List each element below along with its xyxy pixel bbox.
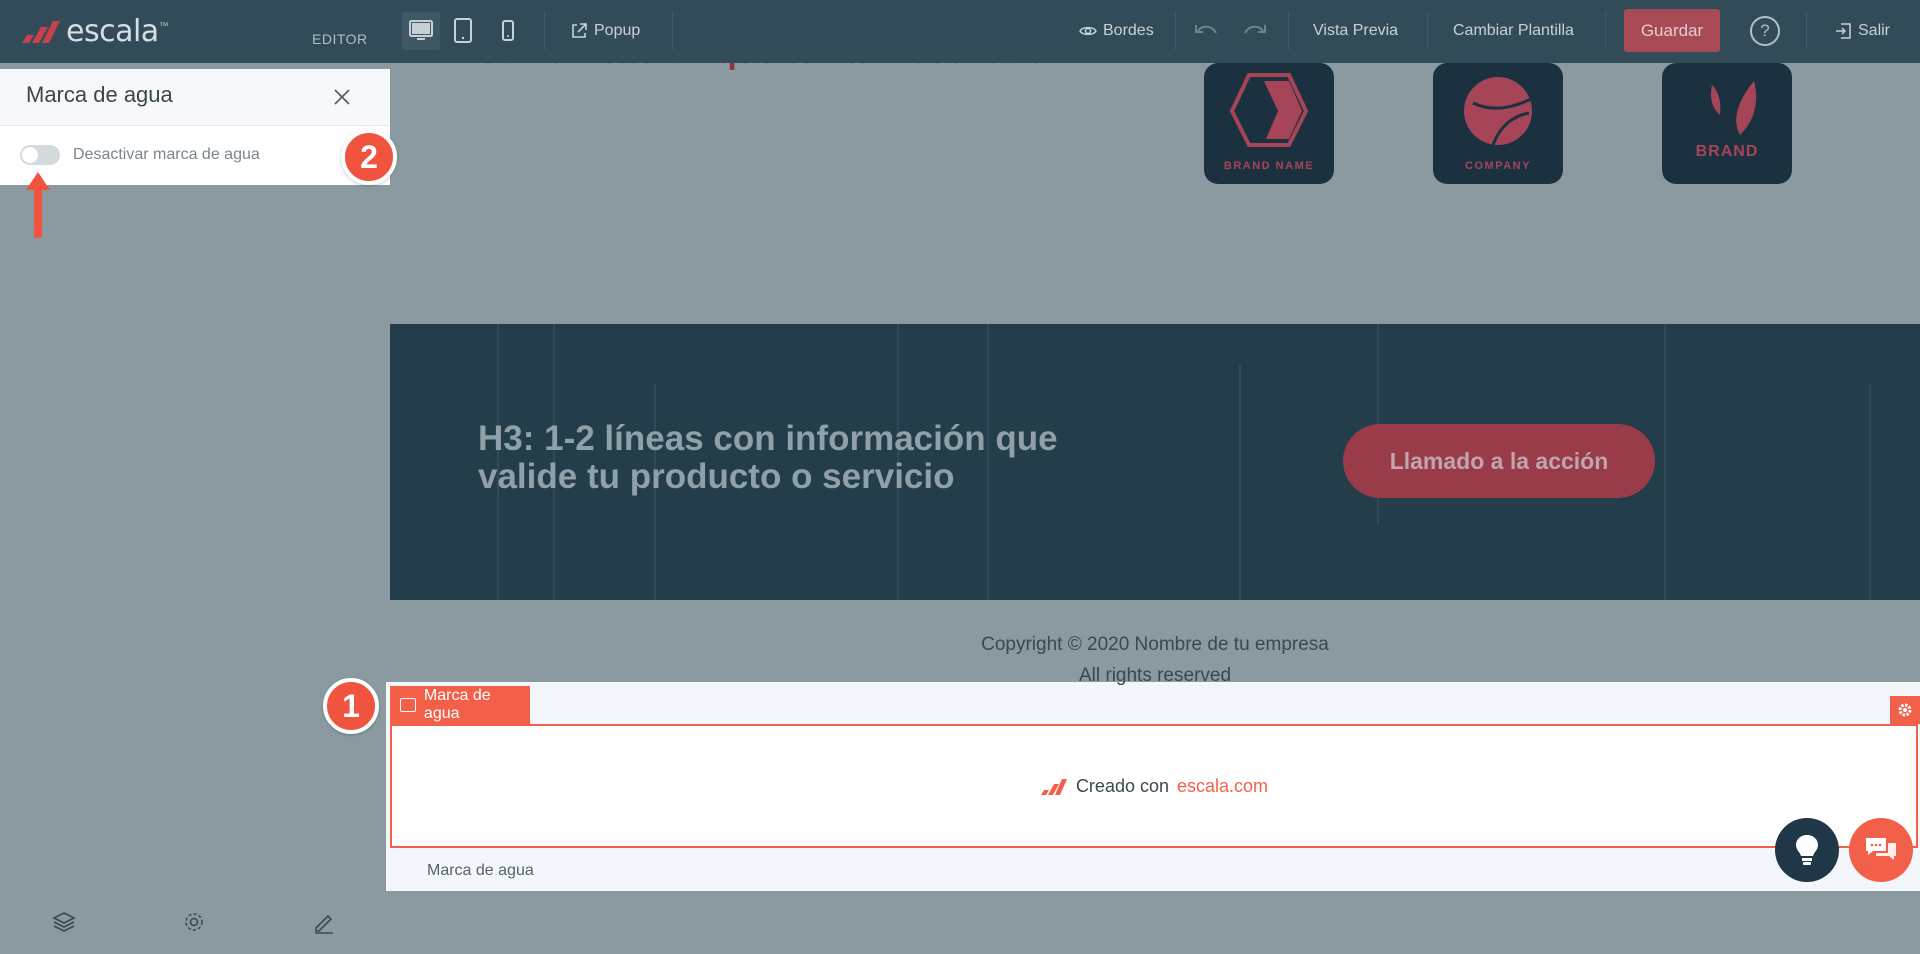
change-template-button[interactable]: Cambiar Plantilla <box>1453 22 1574 40</box>
editor-label: EDITOR <box>312 31 368 47</box>
logo-text: escala <box>66 14 159 49</box>
close-icon <box>334 89 350 105</box>
logo-card: BRAND <box>1662 63 1792 184</box>
redo-button[interactable] <box>1241 22 1267 40</box>
pen-icon <box>315 914 333 934</box>
annotation-badge-1: 1 <box>323 678 379 734</box>
preview-label: Vista Previa <box>1313 22 1399 39</box>
borders-label: Bordes <box>1103 22 1154 39</box>
preview-button[interactable]: Vista Previa <box>1313 22 1398 40</box>
watermark-panel: Marca de agua Desactivar marca de agua <box>0 69 390 185</box>
left-sidebar <box>0 63 391 954</box>
desktop-icon <box>409 20 433 40</box>
gear-icon <box>185 913 203 931</box>
close-panel-button[interactable] <box>333 85 351 113</box>
tips-button[interactable] <box>1775 818 1839 882</box>
escala-logo-icon <box>22 20 60 43</box>
credit-text: Creado con <box>1075 776 1169 796</box>
escala-logo-icon <box>1040 778 1067 795</box>
watermark-footer-label: Marca de agua <box>427 862 534 879</box>
exit-icon <box>1836 23 1851 39</box>
logo-card: BRAND NAME <box>1204 63 1334 184</box>
logo-card: COMPANY <box>1433 63 1563 184</box>
annotation-badge-2: 2 <box>341 129 397 185</box>
tablet-view-button[interactable] <box>444 12 482 50</box>
exit-label: Salir <box>1858 22 1891 39</box>
watermark-tag-label: Marca de agua <box>423 687 491 722</box>
layers-icon <box>52 912 76 932</box>
toolbar-separator <box>1806 12 1807 50</box>
logo-trademark: ™ <box>158 21 169 32</box>
band-heading: H3: 1-2 líneas con información que valid… <box>478 419 1058 496</box>
save-button[interactable]: Guardar <box>1624 9 1720 52</box>
redo-icon <box>1244 25 1266 34</box>
watermark-section-tag[interactable]: Marca de agua <box>390 686 530 724</box>
external-link-icon <box>572 23 587 38</box>
panel-header: Marca de agua <box>0 69 390 126</box>
sidebar-bottom-bar <box>0 899 390 954</box>
popup-button[interactable]: Popup <box>570 22 640 40</box>
undo-icon <box>1195 25 1217 34</box>
logo-caption: BRAND <box>1695 143 1759 160</box>
circle-logo-icon <box>1464 77 1532 146</box>
section-settings-button[interactable] <box>1890 696 1920 724</box>
top-toolbar: escala ™ EDITOR Popup Bordes Vista Previ… <box>0 0 1920 63</box>
tablet-icon <box>454 18 472 43</box>
rights-text: All rights reserved <box>1078 665 1232 686</box>
style-button[interactable] <box>309 907 339 937</box>
toolbar-separator <box>672 12 673 50</box>
toolbar-separator <box>544 12 545 50</box>
borders-button[interactable]: Bordes <box>1079 22 1154 40</box>
mobile-view-button[interactable] <box>489 12 527 50</box>
exit-button[interactable]: Salir <box>1834 22 1890 40</box>
logo-caption: COMPANY <box>1465 160 1531 172</box>
toolbar-separator <box>1427 12 1428 50</box>
toolbar-separator <box>1605 12 1606 50</box>
toolbar-separator <box>1175 12 1176 50</box>
lightbulb-icon <box>1796 835 1818 865</box>
logo-caption: BRAND NAME <box>1223 160 1315 172</box>
toggle-label: Desactivar marca de agua <box>73 146 260 163</box>
layers-button[interactable] <box>49 907 79 937</box>
copyright-text: Copyright © 2020 Nombre de tu empresa <box>981 634 1329 655</box>
settings-button[interactable] <box>179 907 209 937</box>
help-button[interactable]: ? <box>1750 16 1780 46</box>
mobile-icon <box>502 20 514 41</box>
app-logo[interactable]: escala ™ <box>20 14 169 49</box>
up-arrow-icon <box>26 172 50 238</box>
annotation-arrow <box>26 172 50 243</box>
gear-icon <box>1898 703 1912 717</box>
toolbar-separator <box>1288 12 1289 50</box>
panel-title: Marca de agua <box>26 82 173 107</box>
desktop-view-button[interactable] <box>402 12 440 50</box>
watermark-block[interactable]: Creado con escala.com <box>390 724 1918 848</box>
credit-link[interactable]: escala.com <box>1177 776 1268 797</box>
hexagon-logo-icon <box>1229 73 1309 147</box>
section-icon <box>400 698 416 712</box>
undo-button[interactable] <box>1194 22 1220 40</box>
chat-icon <box>1866 838 1896 860</box>
eye-icon <box>1079 26 1097 36</box>
cta-button[interactable]: Llamado a la acción <box>1343 424 1655 498</box>
toggle-knob <box>22 147 38 163</box>
disable-watermark-toggle[interactable] <box>20 145 60 165</box>
cta-band: H3: 1-2 líneas con información que valid… <box>390 324 1920 600</box>
hero-heading: comunicación que te han reseñado <box>478 63 1047 72</box>
popup-label: Popup <box>594 22 641 39</box>
change-template-label: Cambiar Plantilla <box>1453 22 1574 39</box>
watermark-credit: Creado con escala.com <box>392 776 1916 797</box>
chat-button[interactable] <box>1849 818 1913 882</box>
